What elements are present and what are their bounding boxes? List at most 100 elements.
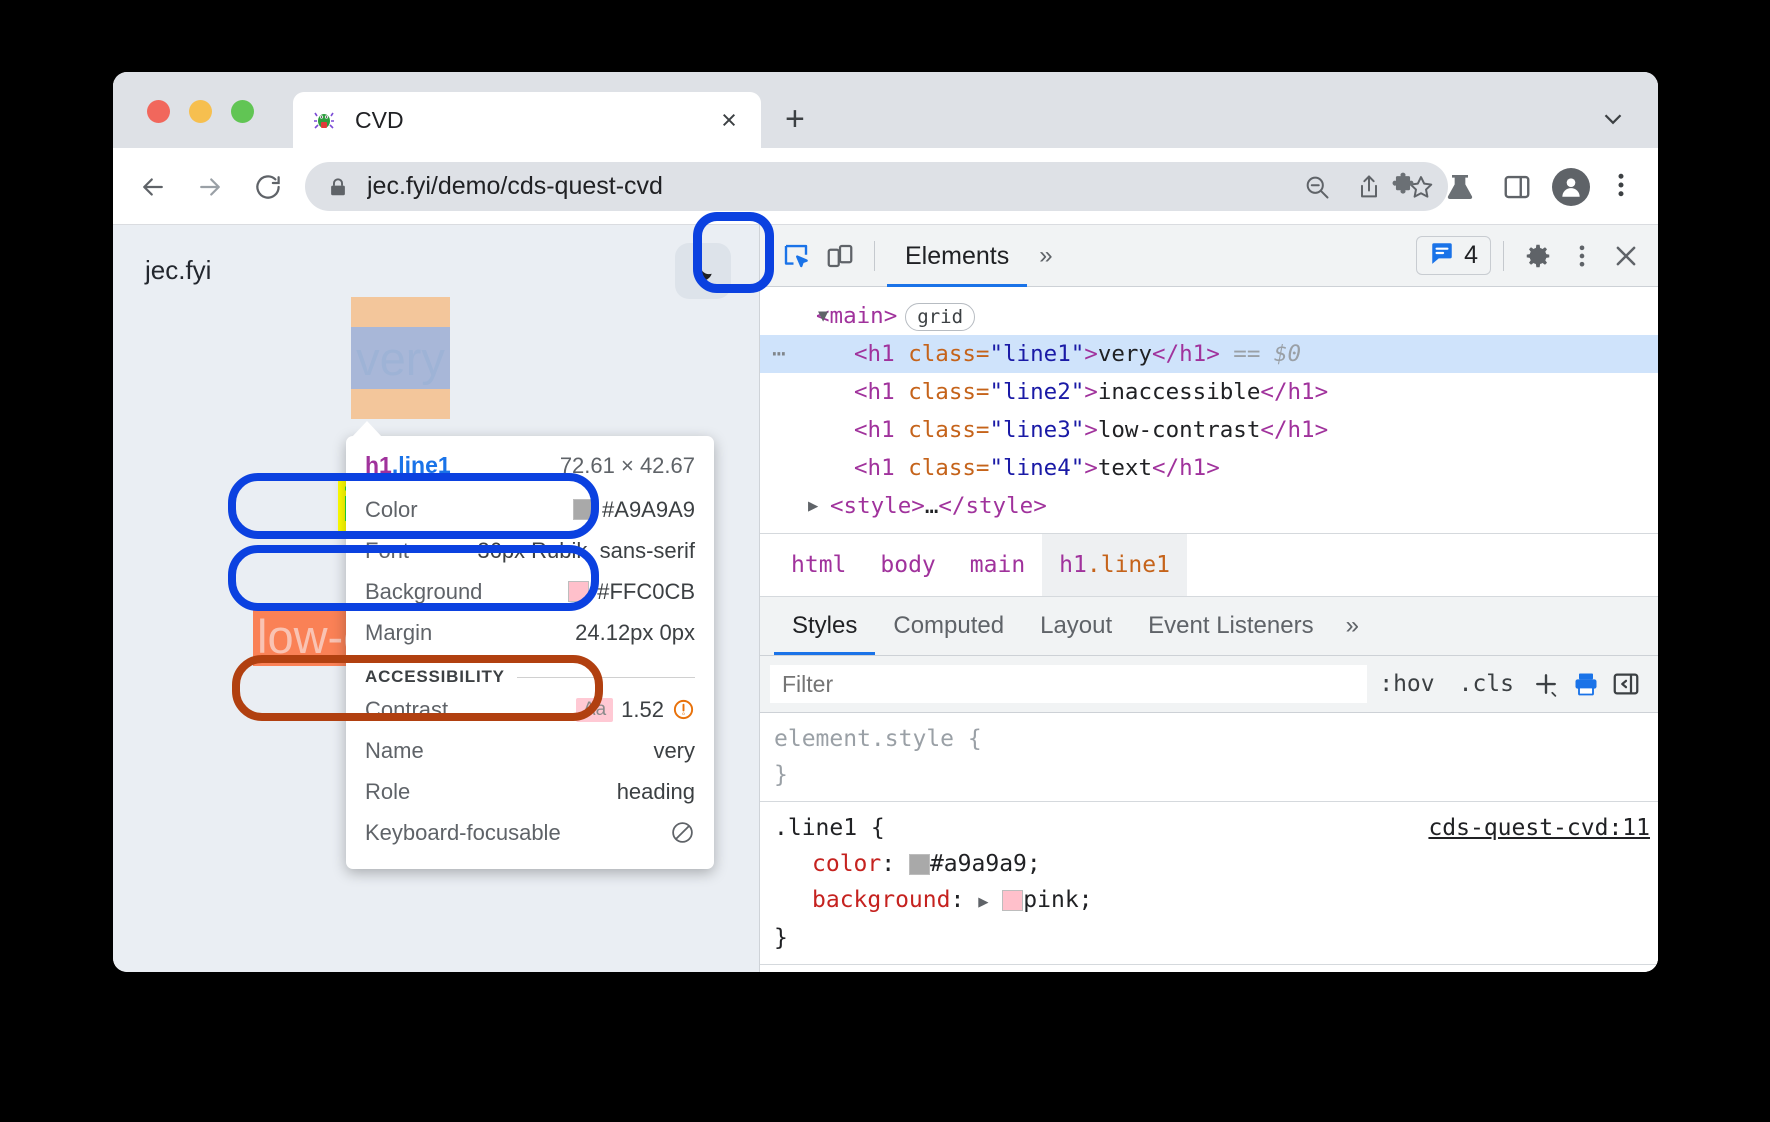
tooltip-row-name-value: very — [653, 738, 695, 764]
browser-toolbar: jec.fyi/demo/cds-quest-cvd — [113, 148, 1658, 225]
tab-elements[interactable]: Elements — [887, 225, 1027, 287]
moon-icon[interactable] — [675, 243, 731, 299]
color-swatch-icon — [573, 499, 594, 520]
expand-triangle-icon[interactable]: ▼ — [818, 297, 828, 335]
dom-node-h1-line4[interactable]: <h1 class="line4">text</h1> — [760, 449, 1658, 487]
styles-sidebar-tabs: Styles Computed Layout Event Listeners » — [760, 597, 1658, 656]
three-dots-vertical-icon[interactable] — [1560, 234, 1604, 278]
grid-badge[interactable]: grid — [905, 303, 975, 331]
expand-triangle-icon[interactable]: ▶ — [978, 892, 988, 912]
browser-tab[interactable]: CVD × — [293, 92, 761, 148]
collapse-triangle-icon[interactable]: ▶ — [808, 487, 818, 525]
zoom-out-icon[interactable] — [1296, 173, 1338, 201]
back-arrow-icon[interactable] — [136, 170, 170, 204]
breadcrumb-item-main[interactable]: main — [953, 534, 1042, 596]
dom-ellipsis: … — [925, 493, 939, 519]
plus-icon[interactable] — [1526, 669, 1566, 699]
tab-styles[interactable]: Styles — [774, 597, 875, 655]
share-icon[interactable] — [1348, 173, 1390, 201]
color-swatch-icon[interactable] — [909, 854, 930, 875]
tooltip-arrow — [351, 421, 383, 438]
dom-text: inaccessible — [1098, 379, 1261, 405]
inspect-element-icon[interactable] — [774, 234, 818, 278]
dom-node-style[interactable]: ▶ <style>…</style> — [760, 487, 1658, 525]
dom-text: very — [1098, 341, 1152, 367]
breadcrumb-item-body[interactable]: body — [863, 534, 952, 596]
devtools-panel: Elements » 4 — [759, 225, 1658, 972]
breadcrumb-item-h1-line1[interactable]: h1.line1 — [1042, 534, 1187, 596]
close-tab-button[interactable]: × — [715, 107, 743, 134]
declaration-background[interactable]: background: ▶ pink; — [774, 882, 1658, 920]
tooltip-row-color: Color #A9A9A9 — [365, 489, 695, 530]
tooltip-row-font: Font 36px Rubik, sans-serif — [365, 530, 695, 571]
more-panels-icon[interactable]: » — [1027, 242, 1064, 270]
gear-icon[interactable] — [1516, 234, 1560, 278]
issues-icon — [1429, 240, 1455, 271]
dom-node-main[interactable]: ▼ <main>grid — [760, 297, 1658, 335]
tab-strip: CVD × + — [113, 72, 1658, 148]
inspector-tooltip: h1.line1 72.61 × 42.67 Color #A9A9A9 Fon… — [346, 436, 714, 869]
minimize-window-button[interactable] — [189, 100, 212, 123]
device-toolbar-icon[interactable] — [818, 234, 862, 278]
dom-node-h1-line2[interactable]: <h1 class="line2">inaccessible</h1> — [760, 373, 1658, 411]
toggle-hover-state-button[interactable]: :hov — [1367, 671, 1446, 697]
more-options-icon[interactable]: ⋯ — [772, 335, 788, 373]
more-sidebar-tabs-icon[interactable]: » — [1332, 612, 1373, 640]
breadcrumb-item-html[interactable]: html — [774, 534, 863, 596]
declaration-color[interactable]: color: #a9a9a9; — [774, 846, 1658, 882]
rule-line1[interactable]: .line1 { cds-quest-cvd:11 color: #a9a9a9… — [760, 802, 1658, 965]
dom-attr-name: class= — [908, 455, 989, 481]
rule-source-link[interactable]: cds-quest-cvd:11 — [1428, 810, 1650, 846]
tooltip-selector: h1.line1 — [365, 452, 451, 479]
search-input[interactable] — [770, 665, 1367, 703]
tab-event-listeners[interactable]: Event Listeners — [1130, 597, 1331, 655]
tooltip-row-contrast: Contrast Aa 1.52 — [365, 689, 695, 730]
reload-icon[interactable] — [251, 170, 285, 204]
toggle-sidebar-icon[interactable] — [1606, 669, 1646, 699]
dom-tag-gt: > — [1084, 417, 1098, 443]
close-window-button[interactable] — [147, 100, 170, 123]
dom-tag-open: <h1 — [854, 417, 908, 443]
tab-computed[interactable]: Computed — [875, 597, 1022, 655]
dom-tag-close: </h1> — [1260, 379, 1328, 405]
chevron-down-icon[interactable] — [1598, 104, 1628, 139]
dom-tag-close: </h1> — [1152, 341, 1220, 367]
panel-icon[interactable] — [1500, 170, 1534, 204]
issues-count: 4 — [1464, 241, 1478, 270]
new-tab-button[interactable]: + — [785, 102, 805, 136]
dom-tag-open: <style> — [830, 493, 925, 519]
dom-text: low-contrast — [1098, 417, 1261, 443]
tooltip-row-background-value: #FFC0CB — [568, 579, 695, 605]
print-style-icon[interactable] — [1566, 670, 1606, 698]
address-bar[interactable]: jec.fyi/demo/cds-quest-cvd — [305, 162, 1448, 211]
heading-line1: very — [351, 327, 450, 389]
dom-node-h1-line1[interactable]: ⋯ <h1 class="line1">very</h1> == $0 — [760, 335, 1658, 373]
close-icon[interactable] — [1604, 234, 1648, 278]
rule-element-style[interactable]: element.style { } — [760, 713, 1658, 802]
flask-icon[interactable] — [1443, 170, 1477, 204]
no-entry-icon — [670, 820, 695, 845]
screenshot-root: CVD × + — [0, 0, 1770, 1122]
dom-attr-value: "line1" — [989, 341, 1084, 367]
dom-tag-gt: > — [1084, 455, 1098, 481]
three-dots-vertical-icon[interactable] — [1606, 170, 1636, 205]
lock-icon[interactable] — [327, 176, 349, 198]
toggle-class-button[interactable]: .cls — [1447, 671, 1526, 697]
window-controls — [147, 100, 254, 123]
tooltip-row-role-value: heading — [617, 779, 695, 805]
avatar[interactable] — [1552, 168, 1590, 206]
browser-window: CVD × + — [113, 72, 1658, 972]
maximize-window-button[interactable] — [231, 100, 254, 123]
dom-console-ref: $0 — [1274, 341, 1301, 367]
forward-arrow-icon[interactable] — [193, 170, 227, 204]
dom-node-h1-line3[interactable]: <h1 class="line3">low-contrast</h1> — [760, 411, 1658, 449]
color-swatch-icon[interactable] — [1002, 890, 1023, 911]
tooltip-row-keyboard-value — [670, 820, 695, 845]
background-swatch-icon — [568, 581, 589, 602]
breadcrumb-class: .line1 — [1087, 552, 1170, 578]
tooltip-dimensions: 72.61 × 42.67 — [560, 453, 695, 479]
puzzle-icon[interactable] — [1386, 170, 1420, 204]
tab-layout[interactable]: Layout — [1022, 597, 1130, 655]
issues-badge[interactable]: 4 — [1416, 236, 1491, 275]
tooltip-row-color-label: Color — [365, 497, 418, 523]
